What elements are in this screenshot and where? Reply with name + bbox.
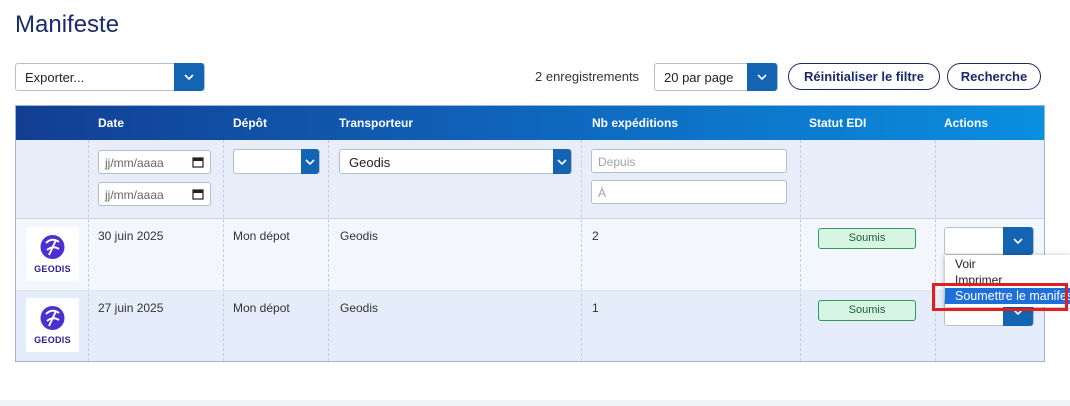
geodis-logo: GEODIS [26, 298, 79, 352]
chevron-down-icon [1003, 227, 1033, 255]
header-carrier[interactable]: Transporteur [339, 116, 413, 130]
per-page-select[interactable]: 20 par page [654, 63, 778, 91]
geodis-logo: GEODIS [26, 227, 79, 281]
header-actions: Actions [944, 116, 989, 130]
menu-item-print[interactable]: Imprimer [945, 272, 1070, 288]
table-row: GEODIS 30 juin 2025 Mon dépot Geodis 2 S… [16, 218, 1044, 290]
shipments-from-placeholder: Depuis [598, 155, 636, 169]
status-badge: Soumis [818, 228, 916, 249]
geodis-logo-icon [40, 235, 65, 259]
calendar-icon[interactable] [192, 188, 204, 200]
cell-shipments: 1 [592, 301, 599, 315]
chevron-down-icon [301, 149, 319, 174]
footer-strip [0, 400, 1070, 406]
export-select[interactable]: Exporter... [15, 63, 205, 91]
row-actions-select[interactable] [944, 227, 1034, 255]
header-date[interactable]: Date [98, 116, 124, 130]
per-page-value: 20 par page [664, 70, 734, 85]
chevron-down-icon [553, 149, 571, 174]
row-divider [16, 290, 1044, 291]
date-from-input[interactable]: jj/mm/aaaa [98, 150, 211, 174]
carrier-filter-value: Geodis [349, 155, 391, 170]
chevron-down-icon [174, 63, 204, 91]
export-select-value: Exporter... [25, 70, 85, 85]
cell-depot: Mon dépot [233, 301, 290, 315]
record-count: 2 enregistrements [535, 69, 640, 84]
filter-row: jj/mm/aaaa jj/mm/aaaa Geodis Depuis À [16, 140, 1044, 218]
date-to-input[interactable]: jj/mm/aaaa [98, 182, 211, 206]
logo-text: GEODIS [34, 335, 71, 345]
search-button[interactable]: Recherche [947, 63, 1041, 90]
page-title: Manifeste [15, 11, 120, 38]
shipments-from-input[interactable]: Depuis [591, 149, 787, 173]
logo-text: GEODIS [34, 264, 71, 274]
column-divider [800, 140, 801, 361]
menu-item-view[interactable]: Voir [945, 256, 1070, 272]
column-divider [223, 140, 224, 361]
table-header: Date Dépôt Transporteur Nb expéditions S… [16, 106, 1044, 140]
chevron-down-icon [747, 63, 777, 91]
reset-filter-button[interactable]: Réinitialiser le filtre [788, 63, 940, 90]
column-divider [581, 140, 582, 361]
geodis-logo-icon [40, 306, 65, 330]
table-row: GEODIS 27 juin 2025 Mon dépot Geodis 1 S… [16, 290, 1044, 361]
header-depot[interactable]: Dépôt [233, 116, 267, 130]
date-to-placeholder: jj/mm/aaaa [105, 188, 164, 202]
shipments-to-input[interactable]: À [591, 180, 787, 204]
carrier-filter-select[interactable]: Geodis [339, 149, 572, 174]
manifest-table: Date Dépôt Transporteur Nb expéditions S… [15, 105, 1045, 362]
calendar-icon[interactable] [192, 156, 204, 168]
status-badge: Soumis [818, 300, 916, 321]
shipments-to-placeholder: À [598, 186, 607, 200]
cell-shipments: 2 [592, 229, 599, 243]
row-divider [16, 218, 1044, 219]
header-shipments[interactable]: Nb expéditions [592, 116, 678, 130]
column-divider [328, 140, 329, 361]
header-edi-status[interactable]: Statut EDI [809, 116, 866, 130]
date-from-placeholder: jj/mm/aaaa [105, 156, 164, 170]
cell-carrier: Geodis [340, 229, 379, 243]
column-divider [935, 140, 936, 361]
cell-date: 30 juin 2025 [98, 229, 164, 243]
actions-dropdown-menu: Voir Imprimer Soumettre le manifeste [945, 255, 1070, 307]
cell-carrier: Geodis [340, 301, 379, 315]
cell-depot: Mon dépot [233, 229, 290, 243]
cell-date: 27 juin 2025 [98, 301, 164, 315]
depot-filter-select[interactable] [233, 149, 320, 174]
menu-item-submit-manifest[interactable]: Soumettre le manifeste [945, 288, 1070, 304]
column-divider [88, 140, 89, 361]
